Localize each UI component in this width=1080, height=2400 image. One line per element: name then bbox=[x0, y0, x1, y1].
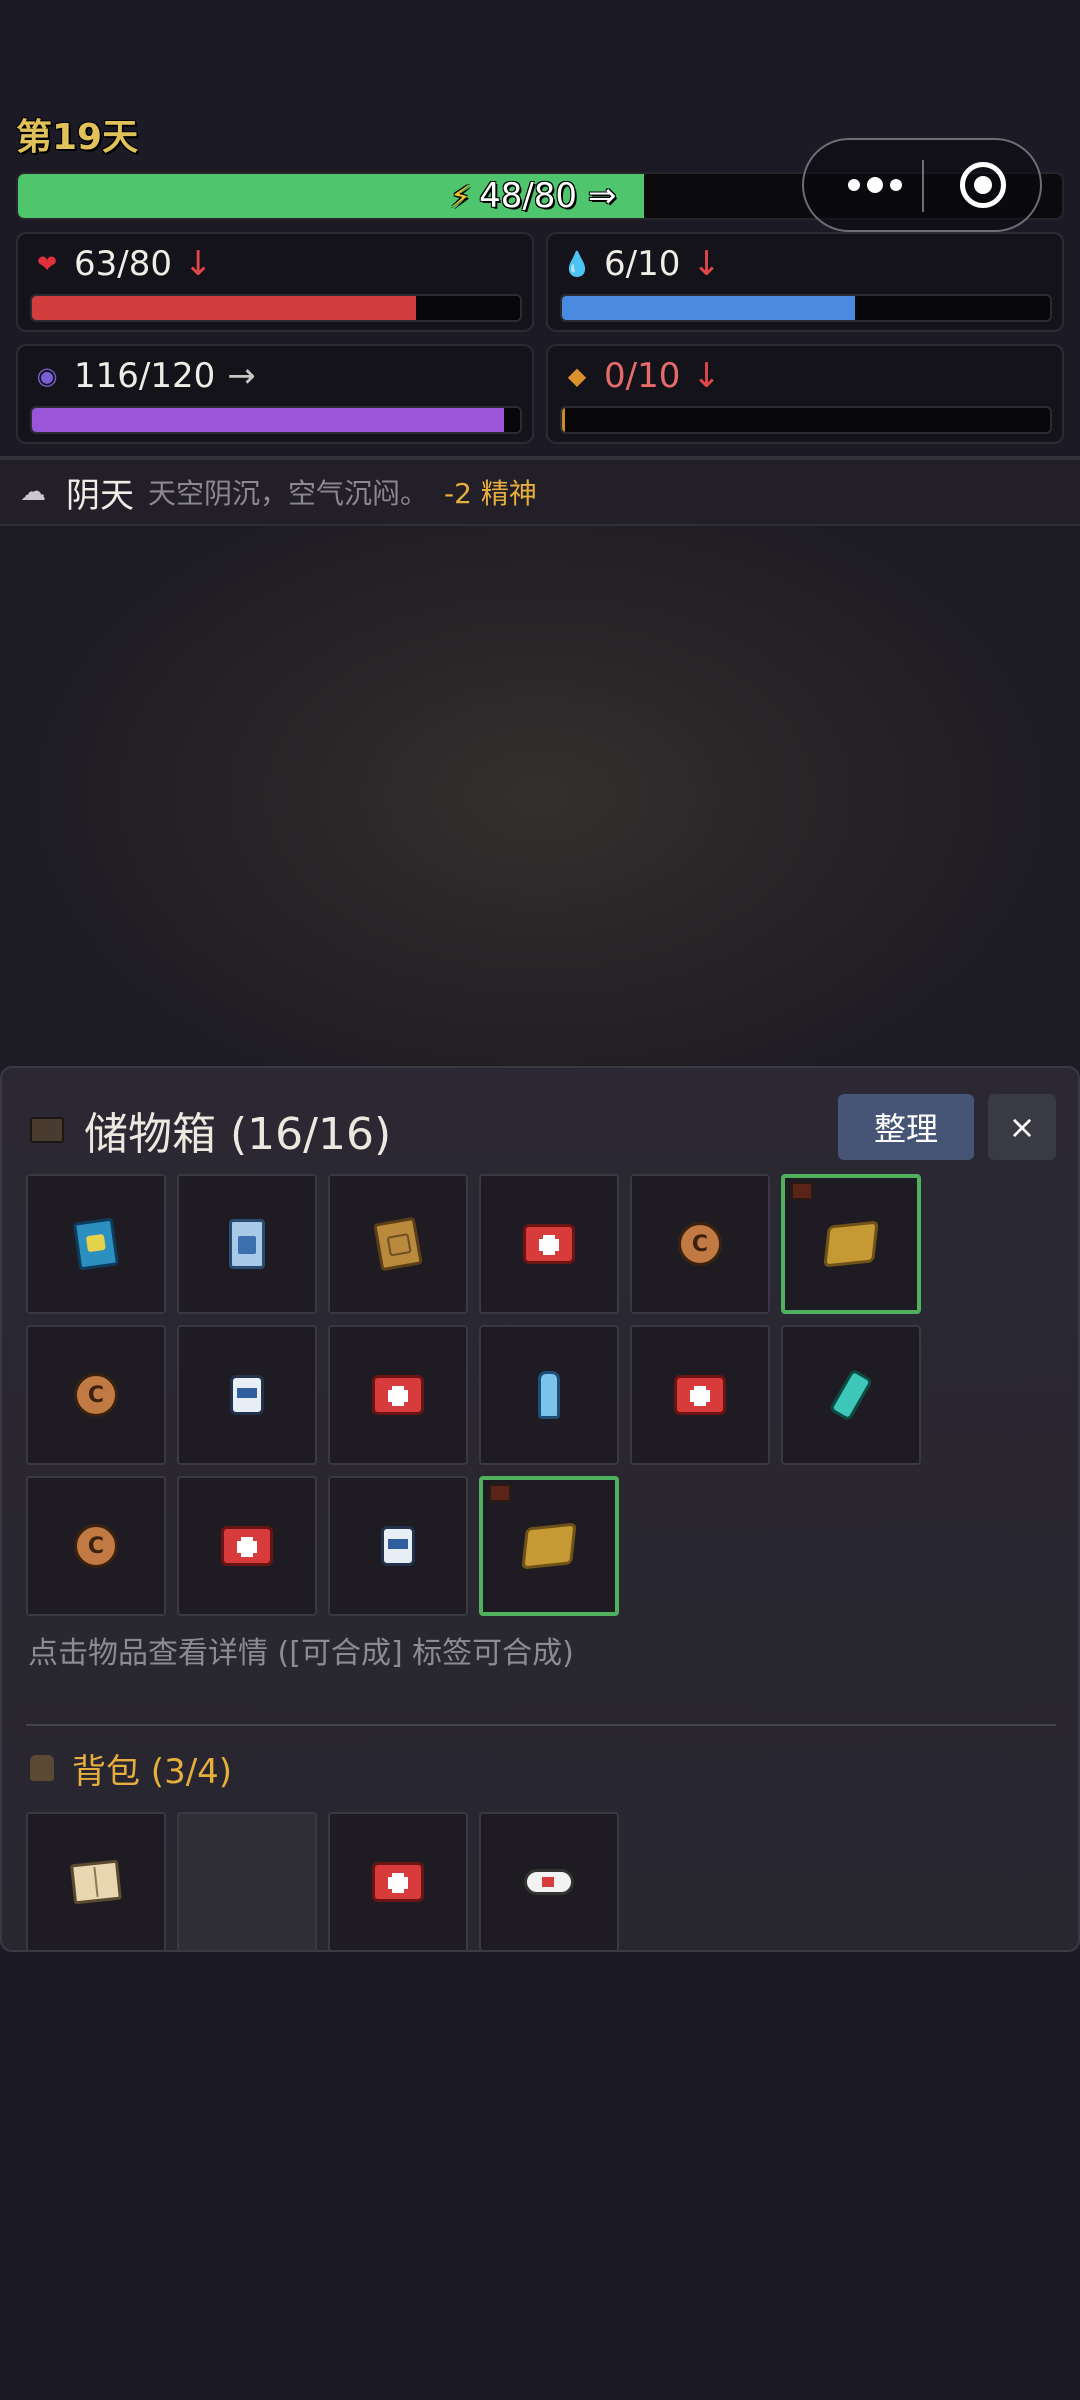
spray-bottle-icon bbox=[828, 1368, 874, 1422]
bandage-icon bbox=[524, 1869, 574, 1895]
sort-button[interactable]: 整理 bbox=[838, 1094, 974, 1160]
item-slot[interactable]: C bbox=[630, 1174, 770, 1314]
stat-card-sanity: ◉ 116/120 → bbox=[16, 344, 534, 444]
food-value: 0/10 bbox=[604, 356, 681, 396]
mini-program-capsule bbox=[802, 138, 1042, 232]
weather-bar: ☁ 阴天 天空阴沉，空气沉闷。 -2 精神 bbox=[0, 460, 1080, 526]
food-trend: ↓ bbox=[692, 356, 721, 396]
backpack-icon bbox=[30, 1755, 54, 1781]
cloud-icon: ☁ bbox=[20, 477, 46, 507]
stat-card-food: ◆ 0/10 ↓ bbox=[546, 344, 1064, 444]
item-slot[interactable] bbox=[177, 1325, 317, 1465]
empty-slot[interactable] bbox=[177, 1812, 317, 1952]
sanity-bar bbox=[30, 406, 522, 434]
sanity-trend: → bbox=[227, 356, 256, 396]
coin-icon: C bbox=[678, 1222, 722, 1266]
item-slot[interactable] bbox=[479, 1325, 619, 1465]
coin-icon: C bbox=[74, 1524, 118, 1568]
health-trend: ↓ bbox=[183, 244, 213, 284]
craftable-tag-icon bbox=[489, 1484, 511, 1502]
medkit-icon bbox=[372, 1375, 424, 1415]
item-slot[interactable] bbox=[328, 1325, 468, 1465]
food-bar bbox=[560, 406, 1052, 434]
old-book-icon bbox=[373, 1216, 423, 1272]
storage-title: 储物箱 (16/16) bbox=[30, 1100, 391, 1160]
storage-panel: 储物箱 (16/16) 整理 × C C C 点击物品查看详情 ([可合成] 标签可… bbox=[0, 1066, 1080, 1952]
straw-icon bbox=[823, 1220, 879, 1268]
item-slot[interactable] bbox=[26, 1812, 166, 1952]
pill-bottle-icon bbox=[381, 1526, 415, 1566]
water-drop-icon: 💧 bbox=[562, 250, 592, 278]
medkit-icon bbox=[674, 1375, 726, 1415]
water-bottle-icon bbox=[538, 1371, 560, 1419]
chest-icon bbox=[30, 1117, 64, 1143]
more-menu-icon[interactable] bbox=[834, 140, 916, 230]
medkit-icon bbox=[221, 1526, 273, 1566]
item-slot[interactable] bbox=[328, 1476, 468, 1616]
capsule-separator bbox=[922, 160, 924, 212]
storage-title-text: 储物箱 (16/16) bbox=[84, 1109, 392, 1160]
storage-hint: 点击物品查看详情 ([可合成] 标签可合成) bbox=[28, 1636, 574, 1671]
item-slot[interactable] bbox=[177, 1174, 317, 1314]
item-slot[interactable] bbox=[781, 1174, 921, 1314]
pill-bottle-icon bbox=[230, 1375, 264, 1415]
brain-icon: ◉ bbox=[36, 362, 58, 390]
energy-value: 48/80 ⇒ bbox=[479, 176, 617, 216]
milk-carton-icon bbox=[229, 1219, 265, 1269]
weather-description: 天空阴沉，空气沉闷。 bbox=[148, 477, 429, 510]
energy-readout: ⚡ 48/80 ⇒ bbox=[450, 172, 616, 220]
lightning-icon: ⚡ bbox=[450, 180, 472, 215]
book-icon bbox=[72, 1217, 120, 1271]
stat-card-health: ❤ 63/80 ↓ bbox=[16, 232, 534, 332]
medkit-icon bbox=[523, 1224, 575, 1264]
close-button[interactable]: × bbox=[988, 1094, 1056, 1160]
item-slot[interactable]: C bbox=[26, 1325, 166, 1465]
item-slot[interactable]: C bbox=[26, 1476, 166, 1616]
item-slot[interactable] bbox=[781, 1325, 921, 1465]
weather-title: 阴天 bbox=[66, 475, 134, 516]
panel-divider bbox=[26, 1724, 1056, 1726]
food-bar-fill bbox=[562, 408, 565, 432]
water-trend: ↓ bbox=[692, 244, 721, 284]
backpack-title-text: 背包 (3/4) bbox=[72, 1751, 233, 1792]
sanity-bar-fill bbox=[32, 408, 504, 432]
item-slot[interactable] bbox=[479, 1174, 619, 1314]
health-value: 63/80 bbox=[74, 244, 172, 284]
item-slot[interactable] bbox=[328, 1812, 468, 1952]
item-slot[interactable] bbox=[26, 1174, 166, 1314]
map-icon bbox=[70, 1859, 122, 1905]
craftable-tag-icon bbox=[791, 1182, 813, 1200]
item-slot[interactable] bbox=[479, 1476, 619, 1616]
straw-icon bbox=[521, 1522, 577, 1570]
water-bar bbox=[560, 294, 1052, 322]
stat-card-water: 💧 6/10 ↓ bbox=[546, 232, 1064, 332]
coin-icon: C bbox=[74, 1373, 118, 1417]
water-value: 6/10 bbox=[604, 244, 681, 284]
item-slot[interactable] bbox=[328, 1174, 468, 1314]
weather-effect: -2 精神 bbox=[444, 477, 537, 510]
water-bar-fill bbox=[562, 296, 855, 320]
medkit-icon bbox=[372, 1862, 424, 1902]
item-slot[interactable] bbox=[177, 1476, 317, 1616]
health-bar bbox=[30, 294, 522, 322]
item-slot[interactable] bbox=[630, 1325, 770, 1465]
health-bar-fill bbox=[32, 296, 417, 320]
close-miniprogram-icon[interactable] bbox=[960, 162, 1006, 208]
item-slot[interactable] bbox=[479, 1812, 619, 1952]
game-scene-background bbox=[0, 526, 1080, 1066]
sanity-value: 116/120 bbox=[74, 356, 216, 396]
backpack-title: 背包 (3/4) bbox=[30, 1740, 232, 1796]
day-counter: 第19天 bbox=[16, 117, 139, 158]
heart-icon: ❤ bbox=[36, 250, 58, 278]
bread-icon: ◆ bbox=[567, 362, 587, 390]
